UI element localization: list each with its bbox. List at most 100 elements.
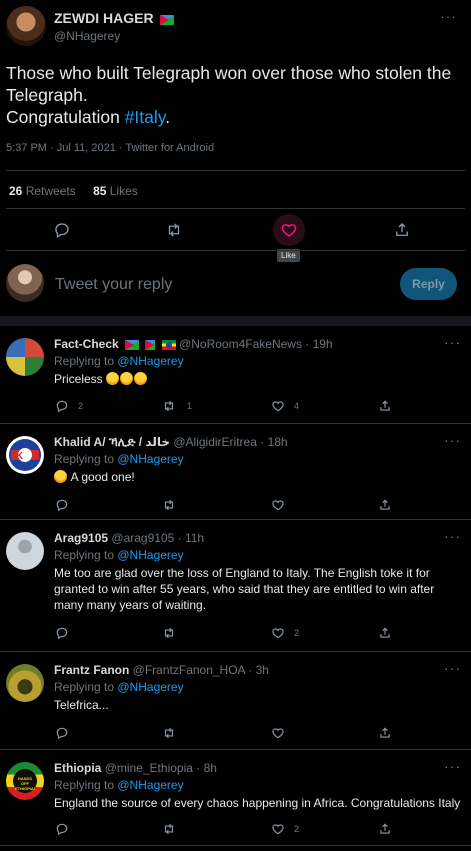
more-dots-icon[interactable]: ···	[444, 660, 461, 676]
reply-author-name[interactable]: Ethiopia	[54, 761, 101, 775]
share-icon[interactable]	[378, 498, 392, 512]
reply-time[interactable]: · 11h	[178, 531, 204, 545]
reply-header: Arag9105 @arag9105 · 11h	[54, 531, 204, 545]
engagement-counts: 26 Retweets 85 Likes	[9, 184, 138, 198]
reply-input[interactable]: Tweet your reply	[55, 276, 172, 294]
reply-icon[interactable]	[55, 399, 69, 413]
reply-tweet[interactable]: Arag9105 @arag9105 · 11h ··· Replying to…	[0, 520, 471, 652]
reply-author-name[interactable]: Frantz Fanon	[54, 663, 129, 677]
eritrea-flag-icon	[125, 339, 140, 350]
retweet-count: 1	[187, 401, 193, 411]
reply-avatar[interactable]: K	[6, 436, 44, 474]
share-icon[interactable]	[393, 221, 411, 239]
replying-to-link[interactable]: @NHagerey	[117, 778, 183, 792]
more-dots-icon[interactable]: ···	[444, 758, 461, 774]
main-tweet-header: ZEWDI HAGER @NHagerey ···	[0, 0, 471, 60]
reply-actions	[0, 726, 471, 744]
reply-avatar[interactable]	[6, 664, 44, 702]
reply-icon[interactable]	[55, 498, 69, 512]
divider	[6, 170, 465, 171]
reply-tweet[interactable]: Frantz Fanon @FrantzFanon_HOA · 3h ··· R…	[0, 652, 471, 750]
retweet-icon[interactable]	[162, 399, 176, 413]
reply-time[interactable]: · 18h	[260, 435, 287, 449]
likes-stat[interactable]: 85 Likes	[93, 184, 138, 198]
reply-avatar[interactable]	[6, 338, 44, 376]
reply-tweet[interactable]: HANDS OFF ETHIOPIA! Ethiopia @mine_Ethio…	[0, 750, 471, 846]
reply-text: A good one!	[54, 469, 462, 485]
reply-text: Priceless	[54, 371, 462, 387]
reply-time[interactable]: · 8h	[196, 761, 217, 775]
reply-composer: Tweet your reply Reply	[0, 262, 471, 310]
replying-to: Replying to @NHagerey	[54, 680, 184, 694]
author-avatar[interactable]	[6, 6, 46, 46]
reply-author-name[interactable]: Arag9105	[54, 531, 108, 545]
laughing-emoji-icon	[134, 372, 148, 385]
replying-to: Replying to @NHagerey	[54, 548, 184, 562]
retweet-icon[interactable]	[162, 498, 176, 512]
tweet-timestamp[interactable]: 5:37 PM · Jul 11, 2021 · Twitter for And…	[6, 142, 214, 154]
reply-author-name[interactable]: Khalid A/ ኻሊድ / خالد	[54, 435, 170, 449]
retweets-stat[interactable]: 26 Retweets	[9, 184, 76, 198]
current-user-avatar[interactable]	[6, 264, 44, 302]
share-icon[interactable]	[378, 726, 392, 740]
replying-to-link[interactable]: @NHagerey	[117, 548, 183, 562]
more-dots-icon[interactable]: ···	[444, 334, 461, 350]
more-dots-icon[interactable]: ···	[444, 432, 461, 448]
reply-author-handle[interactable]: @mine_Ethiopia	[105, 761, 193, 775]
like-heart-icon[interactable]	[271, 626, 285, 640]
share-icon[interactable]	[378, 822, 392, 836]
more-dots-icon[interactable]: ···	[444, 528, 461, 544]
like-heart-icon[interactable]	[271, 498, 285, 512]
reply-tweet[interactable]: K Khalid A/ ኻሊድ / خالد @AligidirEritrea …	[0, 424, 471, 520]
replying-to-link[interactable]: @NHagerey	[117, 680, 183, 694]
reply-icon[interactable]	[55, 726, 69, 740]
tweet-text: Those who built Telegraph won over those…	[6, 62, 466, 128]
laughing-emoji-icon	[106, 372, 120, 385]
author-name-row[interactable]: ZEWDI HAGER	[54, 10, 174, 26]
reply-text: Telefrica...	[54, 698, 109, 712]
ethiopia-flag-icon	[161, 339, 176, 350]
reply-icon[interactable]	[53, 221, 71, 239]
tweet-text-line2-prefix: Congratulation	[6, 107, 125, 127]
reply-time[interactable]: · 19h	[305, 337, 332, 351]
share-icon[interactable]	[378, 626, 392, 640]
reply-time[interactable]: · 3h	[248, 663, 269, 677]
reply-author-handle[interactable]: @NoRoom4FakeNews	[179, 337, 302, 351]
like-heart-icon[interactable]	[271, 822, 285, 836]
retweet-icon[interactable]	[162, 626, 176, 640]
reply-avatar[interactable]	[6, 532, 44, 570]
replying-to-prefix: Replying to	[54, 452, 118, 466]
reply-author-handle[interactable]: @AligidirEritrea	[173, 435, 257, 449]
reply-author-name[interactable]: Fact-Check	[54, 337, 119, 351]
replying-to-link[interactable]: @NHagerey	[117, 354, 183, 368]
reply-text-content: A good one!	[70, 470, 135, 484]
replying-to-link[interactable]: @NHagerey	[117, 452, 183, 466]
reply-author-handle[interactable]: @FrantzFanon_HOA	[133, 663, 245, 677]
author-name[interactable]: ZEWDI HAGER	[54, 10, 154, 26]
author-handle[interactable]: @NHagerey	[54, 29, 120, 43]
like-heart-icon[interactable]	[271, 726, 285, 740]
replying-to: Replying to @NHagerey	[54, 778, 184, 792]
reply-button[interactable]: Reply	[400, 268, 457, 300]
more-dots-icon[interactable]: ···	[440, 8, 457, 24]
reply-icon[interactable]	[55, 626, 69, 640]
eritrea-flag-icon	[159, 14, 174, 25]
reply-tweet[interactable]: Fact-Check @NoRoom4FakeNews · 19h ··· Re…	[0, 326, 471, 424]
like-heart-icon[interactable]	[280, 221, 298, 239]
reply-actions: 2	[0, 626, 471, 644]
tweet-text-line2-suffix: .	[165, 107, 171, 127]
reply-text: Me too are glad over the loss of England…	[54, 566, 435, 612]
like-heart-icon[interactable]	[271, 399, 285, 413]
replying-to: Replying to @NHagerey	[54, 354, 184, 368]
tweet-actions	[0, 214, 471, 248]
retweet-icon[interactable]	[162, 822, 176, 836]
retweets-label: Retweets	[25, 184, 76, 198]
reply-avatar[interactable]: HANDS OFF ETHIOPIA!	[6, 762, 44, 800]
reply-header: Khalid A/ ኻሊድ / خالد @AligidirEritrea · …	[54, 435, 288, 450]
reply-author-handle[interactable]: @arag9105	[111, 531, 174, 545]
reply-icon[interactable]	[55, 822, 69, 836]
share-icon[interactable]	[378, 399, 392, 413]
hashtag-link[interactable]: #Italy	[125, 107, 166, 127]
retweet-icon[interactable]	[162, 726, 176, 740]
retweet-icon[interactable]	[165, 221, 183, 239]
